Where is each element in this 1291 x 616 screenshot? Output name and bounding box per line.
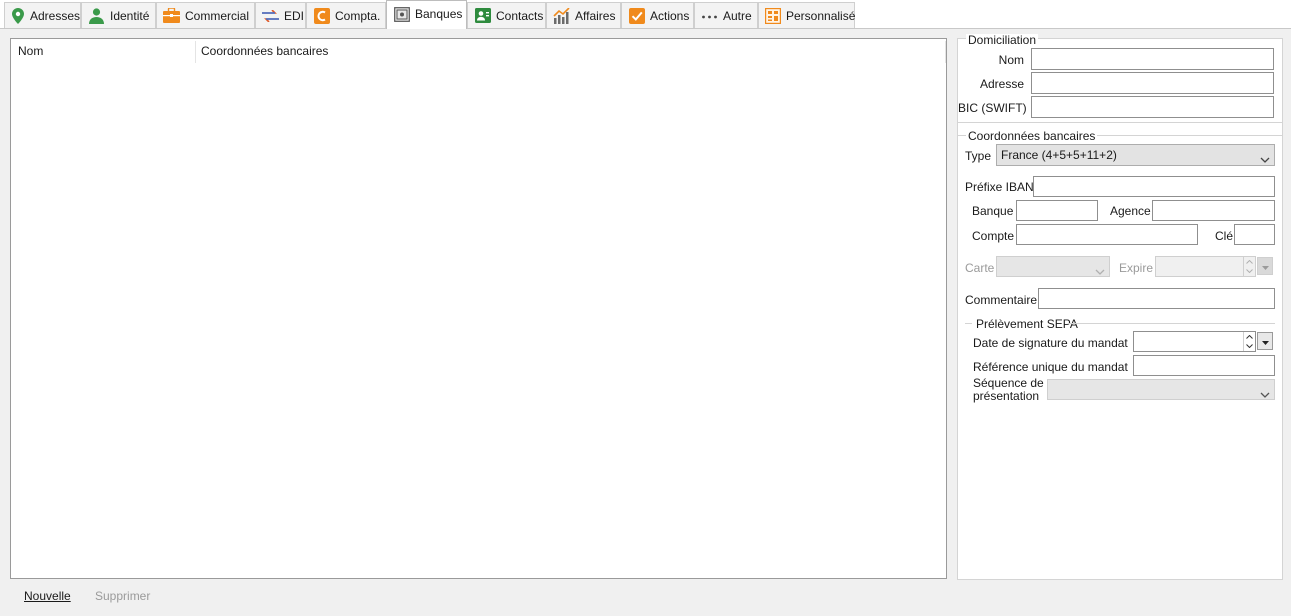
card-select[interactable] xyxy=(996,256,1110,277)
tab-label: Personnalisé xyxy=(786,8,856,23)
tab-label: Autre xyxy=(723,8,752,23)
ellipsis-icon xyxy=(701,7,718,24)
tab-contacts[interactable]: Contacts xyxy=(467,2,546,28)
tab-label: Identité xyxy=(110,8,150,23)
type-select[interactable]: France (4+5+5+11+2) xyxy=(996,144,1275,166)
new-bank-label: Nouvelle xyxy=(24,589,71,603)
person-icon xyxy=(88,7,105,24)
mandate-reference-label: Référence unique du mandat xyxy=(973,360,1128,374)
column-separator[interactable] xyxy=(945,41,946,63)
tab-adresses[interactable]: Adresses xyxy=(4,2,81,28)
chevron-down-icon xyxy=(1261,259,1269,273)
bic-input[interactable] xyxy=(1031,96,1274,118)
new-bank-button[interactable]: Nouvelle xyxy=(24,589,71,603)
iban-prefix-input[interactable] xyxy=(1033,176,1275,197)
delete-bank-label: Supprimer xyxy=(95,589,151,603)
sepa-group-border xyxy=(965,323,972,324)
chevron-down-icon xyxy=(1260,150,1270,170)
tab-bar: Adresses Identité Commercial EDI Compta.… xyxy=(0,0,1291,29)
account-label: Compte xyxy=(972,229,1015,243)
tab-edi[interactable]: EDI xyxy=(255,2,306,28)
sequence-label: Séquence de présentation xyxy=(973,377,1044,403)
tab-label: Affaires xyxy=(575,8,616,23)
tab-label: Contacts xyxy=(496,8,544,23)
tab-affaires[interactable]: Affaires xyxy=(546,2,621,28)
location-pin-icon xyxy=(11,7,25,24)
domiciliation-title: Domiciliation xyxy=(966,33,1039,47)
branch-code-label: Agence xyxy=(1110,204,1151,218)
bic-label: BIC (SWIFT) xyxy=(958,101,1027,115)
spin-down-icon[interactable] xyxy=(1244,342,1255,352)
comment-input[interactable] xyxy=(1038,288,1275,309)
sepa-title: Prélèvement SEPA xyxy=(976,317,1078,331)
column-header-coordonnees[interactable]: Coordonnées bancaires xyxy=(194,39,794,65)
expiry-label: Expire xyxy=(1119,261,1154,275)
bank-list[interactable]: Nom Coordonnées bancaires xyxy=(10,38,947,579)
tab-label: Commercial xyxy=(185,8,250,23)
briefcase-icon xyxy=(163,7,180,24)
domiciliation-name-input[interactable] xyxy=(1031,48,1274,70)
tab-commercial[interactable]: Commercial xyxy=(156,2,255,28)
domiciliation-name-label: Nom xyxy=(998,53,1024,67)
tab-personnalise[interactable]: Personnalisé xyxy=(758,2,855,28)
tab-label: Compta. xyxy=(335,8,381,23)
custom-form-icon xyxy=(765,7,781,24)
sequence-select[interactable] xyxy=(1047,379,1275,400)
card-label: Carte xyxy=(965,261,995,275)
tab-autre[interactable]: Autre xyxy=(694,2,758,28)
bank-code-label: Banque xyxy=(972,204,1014,218)
safe-icon xyxy=(393,6,410,23)
expiry-date-field[interactable] xyxy=(1155,256,1256,277)
chevron-down-icon xyxy=(1095,262,1105,282)
spin-up-icon[interactable] xyxy=(1244,257,1255,267)
contact-card-icon xyxy=(474,7,491,24)
domiciliation-address-label: Adresse xyxy=(979,77,1024,91)
chevron-down-icon xyxy=(1260,385,1270,405)
comment-label: Commentaire xyxy=(965,293,1038,307)
type-label: Type xyxy=(965,149,992,163)
chevron-down-icon xyxy=(1261,334,1269,348)
domiciliation-address-input[interactable] xyxy=(1031,72,1274,94)
tab-label: Adresses xyxy=(29,8,80,23)
sepa-group-border xyxy=(1068,323,1275,324)
account-input[interactable] xyxy=(1016,224,1198,245)
expiry-spinner[interactable] xyxy=(1243,257,1255,276)
column-header-nom[interactable]: Nom xyxy=(11,39,195,65)
type-select-value: France (4+5+5+11+2) xyxy=(1001,148,1117,162)
spin-down-icon[interactable] xyxy=(1244,267,1255,277)
signature-date-spinner[interactable] xyxy=(1243,332,1255,351)
tab-compta[interactable]: Compta. xyxy=(306,2,386,28)
expiry-dropdown-button[interactable] xyxy=(1257,257,1273,275)
sequence-label-line2: présentation xyxy=(973,389,1040,403)
accounting-icon xyxy=(313,7,330,24)
bank-code-input[interactable] xyxy=(1016,200,1098,221)
bar-chart-icon xyxy=(553,7,570,24)
tab-label: Actions xyxy=(650,8,690,23)
exchange-arrows-icon xyxy=(262,7,279,24)
bank-details-title: Coordonnées bancaires xyxy=(966,129,1098,143)
tab-label: EDI xyxy=(284,8,305,23)
mandate-reference-input[interactable] xyxy=(1133,355,1275,376)
branch-code-input[interactable] xyxy=(1152,200,1275,221)
tab-banques[interactable]: Banques xyxy=(386,0,467,29)
spin-up-icon[interactable] xyxy=(1244,332,1255,342)
mandate-signature-date-field[interactable] xyxy=(1133,331,1256,352)
tab-identite[interactable]: Identité xyxy=(81,2,156,28)
delete-bank-button[interactable]: Supprimer xyxy=(95,589,150,603)
tab-label: Banques xyxy=(415,7,463,21)
iban-prefix-label: Préfixe IBAN xyxy=(965,180,1034,194)
checkbox-icon xyxy=(628,7,645,24)
key-input[interactable] xyxy=(1234,224,1275,245)
tab-actions[interactable]: Actions xyxy=(621,2,694,28)
key-label: Clé xyxy=(1215,229,1234,243)
mandate-signature-date-label: Date de signature du mandat xyxy=(973,336,1128,350)
signature-date-dropdown-button[interactable] xyxy=(1257,332,1273,350)
